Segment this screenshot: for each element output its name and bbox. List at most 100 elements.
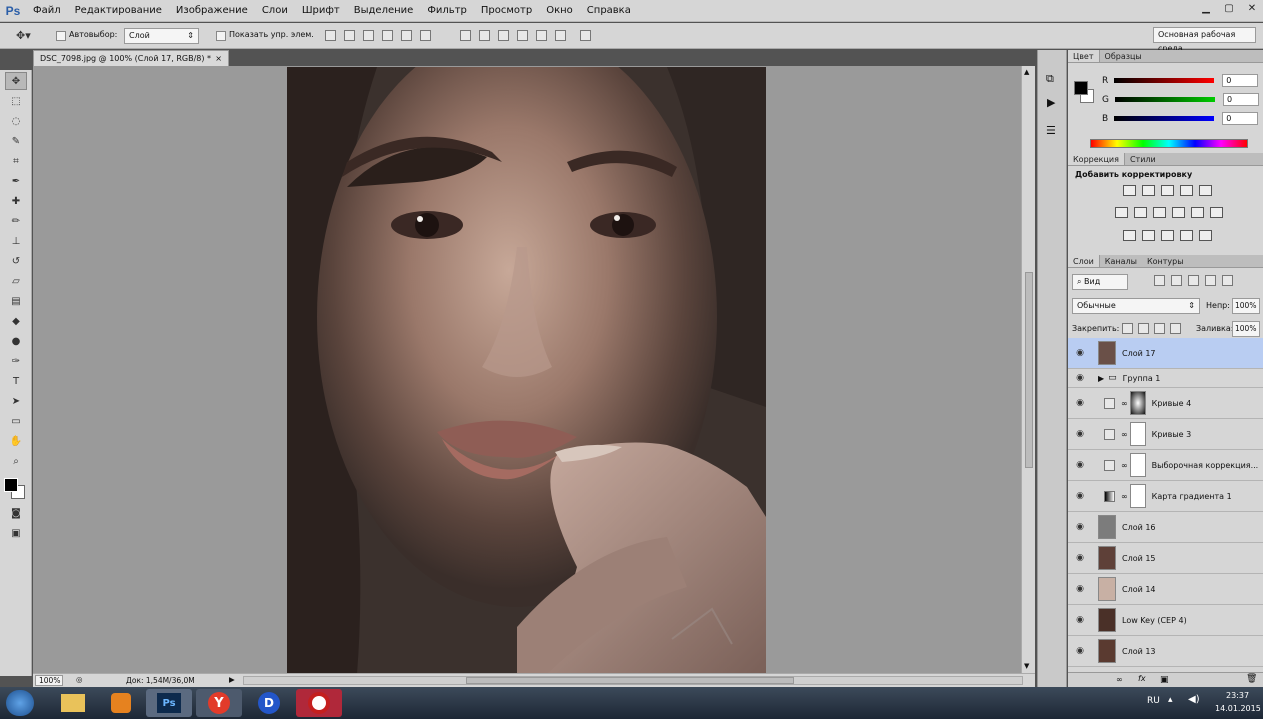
layer-row[interactable]: ◉ ∞ Карта градиента 1 [1068, 481, 1263, 512]
blue-value[interactable]: 0 [1222, 112, 1259, 125]
menu-filter[interactable]: Фильтр [420, 0, 474, 22]
selective-color-icon[interactable] [1180, 230, 1193, 241]
filter-shape-icon[interactable] [1205, 275, 1216, 286]
crop-tool-icon[interactable]: ⌗ [5, 152, 27, 170]
align-top-icon[interactable] [325, 30, 336, 41]
menu-window[interactable]: Окно [539, 0, 580, 22]
red-slider[interactable] [1114, 78, 1215, 83]
layer-filter-select[interactable]: ⌕ Вид [1072, 274, 1128, 290]
minimize-icon[interactable]: ▁ [1195, 0, 1217, 17]
lock-pixels-icon[interactable] [1138, 323, 1149, 334]
explorer-taskbar-icon[interactable] [50, 689, 96, 717]
layer-row[interactable]: ◉ Слой 13 [1068, 636, 1263, 667]
green-slider[interactable] [1114, 97, 1215, 102]
path-select-icon[interactable]: ➤ [5, 392, 27, 410]
align-right-icon[interactable] [420, 30, 431, 41]
layer-mask[interactable] [1129, 453, 1146, 477]
status-icon[interactable]: ◎ [76, 675, 83, 684]
vertical-scroll-thumb[interactable] [1025, 272, 1033, 468]
filter-type-icon[interactable] [1188, 275, 1199, 286]
blur-tool-icon[interactable]: ◆ [5, 312, 27, 330]
distribute-top-icon[interactable] [460, 30, 471, 41]
delete-layer-icon[interactable]: 🗑 [1246, 674, 1257, 684]
brightness-icon[interactable] [1123, 185, 1136, 196]
layer-row[interactable]: ◉ Слой 15 [1068, 543, 1263, 574]
fx-icon[interactable]: fx [1138, 674, 1146, 683]
move-tool-icon[interactable]: ✥ [5, 72, 27, 90]
black-white-icon[interactable] [1153, 207, 1166, 218]
eraser-tool-icon[interactable]: ▱ [5, 272, 27, 290]
gradient-tool-icon[interactable]: ▤ [5, 292, 27, 310]
tray-arrow-icon[interactable]: ▴ [1168, 695, 1173, 705]
scroll-down-icon[interactable]: ▼ [1024, 662, 1029, 670]
quick-select-tool-icon[interactable]: ✎ [5, 132, 27, 150]
distribute-vcenter-icon[interactable] [479, 30, 490, 41]
recorder-taskbar-icon[interactable] [296, 689, 342, 717]
channel-mixer-icon[interactable] [1191, 207, 1204, 218]
menu-edit[interactable]: Редактирование [68, 0, 169, 22]
invert-icon[interactable] [1123, 230, 1136, 241]
posterize-icon[interactable] [1142, 230, 1155, 241]
language-indicator[interactable]: RU [1147, 696, 1160, 706]
blue-slider[interactable] [1114, 116, 1215, 121]
hand-tool-icon[interactable]: ✋ [5, 432, 27, 450]
layer-mask[interactable] [1129, 422, 1146, 446]
history-brush-icon[interactable]: ↺ [5, 252, 27, 270]
eye-icon[interactable]: ◉ [1068, 491, 1092, 501]
tab-channels[interactable]: Каналы [1100, 255, 1142, 267]
scroll-up-icon[interactable]: ▲ [1024, 68, 1029, 76]
vibrance-icon[interactable] [1199, 185, 1212, 196]
clock-time[interactable]: 23:37 [1226, 691, 1249, 700]
filter-pixel-icon[interactable] [1154, 275, 1165, 286]
lasso-tool-icon[interactable]: ◌ [5, 112, 27, 130]
document-tab[interactable]: DSC_7098.jpg @ 100% (Слой 17, RGB/8) * × [33, 50, 229, 66]
color-fg-swatch[interactable] [1074, 81, 1088, 95]
clock-date[interactable]: 14.01.2015 [1215, 704, 1261, 713]
eye-icon[interactable]: ◉ [1068, 646, 1092, 656]
shape-tool-icon[interactable]: ▭ [5, 412, 27, 430]
threshold-icon[interactable] [1161, 230, 1174, 241]
lock-position-icon[interactable] [1154, 323, 1165, 334]
quick-mask-icon[interactable]: ◙ [5, 504, 27, 522]
eye-icon[interactable]: ◉ [1068, 460, 1092, 470]
lock-all-icon[interactable] [1170, 323, 1181, 334]
status-menu-icon[interactable]: ▶ [229, 675, 235, 684]
green-value[interactable]: 0 [1222, 93, 1259, 106]
menu-view[interactable]: Просмотр [474, 0, 539, 22]
layer-row[interactable]: ◉ Слой 16 [1068, 512, 1263, 543]
tab-styles[interactable]: Стили [1125, 153, 1161, 165]
layer-row[interactable]: ◉ ∞ Кривые 4 [1068, 388, 1263, 419]
tab-swatches[interactable]: Образцы [1100, 50, 1147, 62]
menu-file[interactable]: Файл [26, 0, 68, 22]
properties-panel-icon[interactable]: ☰ [1046, 124, 1056, 137]
expand-arrow-icon[interactable]: ▶ [1098, 374, 1104, 383]
zoom-tool-icon[interactable]: ⌕ [5, 452, 27, 470]
eye-icon[interactable]: ◉ [1068, 522, 1092, 532]
type-tool-icon[interactable]: T [5, 372, 27, 390]
color-lookup-icon[interactable] [1210, 207, 1223, 218]
align-bottom-icon[interactable] [363, 30, 374, 41]
start-button[interactable] [6, 690, 34, 716]
close-icon[interactable]: ✕ [1241, 0, 1263, 17]
autoselect-select[interactable]: Слой ⇕ [124, 28, 199, 44]
layer-row[interactable]: ◉ ▶ ▭ Группа 1 [1068, 369, 1263, 388]
clone-stamp-icon[interactable]: ⊥ [5, 232, 27, 250]
menu-layers[interactable]: Слои [255, 0, 295, 22]
healing-brush-icon[interactable]: ✚ [5, 192, 27, 210]
align-hcenter-icon[interactable] [401, 30, 412, 41]
photo-filter-icon[interactable] [1172, 207, 1185, 218]
zoom-field[interactable]: 100% [35, 675, 63, 686]
distribute-right-icon[interactable] [555, 30, 566, 41]
layer-row[interactable]: ◉ Low Key (СЕР 4) [1068, 605, 1263, 636]
layer-row[interactable]: ◉ Слой 14 [1068, 574, 1263, 605]
eye-icon[interactable]: ◉ [1068, 373, 1092, 383]
media-player-taskbar-icon[interactable] [98, 689, 144, 717]
eye-icon[interactable]: ◉ [1068, 584, 1092, 594]
color-spectrum[interactable] [1090, 139, 1248, 148]
auto-align-icon[interactable] [580, 30, 591, 41]
distribute-hcenter-icon[interactable] [536, 30, 547, 41]
screen-mode-icon[interactable]: ▣ [5, 524, 27, 542]
horizontal-scrollbar[interactable] [243, 676, 1023, 685]
link-layers-icon[interactable]: ∞ [1116, 675, 1123, 684]
gradient-map-icon[interactable] [1199, 230, 1212, 241]
